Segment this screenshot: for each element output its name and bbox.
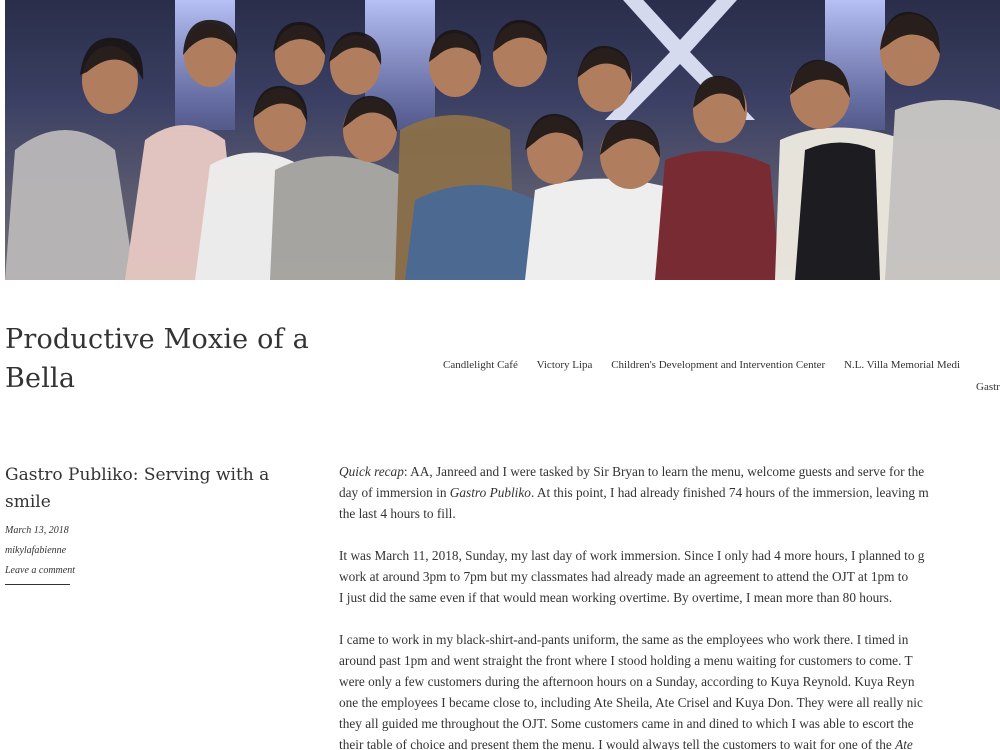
header-photo: [5, 0, 1000, 280]
body-line: were only a few customers during the aft…: [339, 674, 915, 689]
body-line: their table of choice and present them t…: [339, 737, 913, 750]
body-line: Quick recap: AA, Janreed and I were task…: [339, 464, 925, 479]
post-title[interactable]: Gastro Publiko: Serving with a smile: [5, 462, 285, 516]
body-line: they all guided me throughout the OJT. S…: [339, 716, 914, 731]
post-author[interactable]: mikylafabienne: [5, 541, 75, 561]
post-title-line-2[interactable]: smile: [5, 489, 285, 516]
leave-comment-link[interactable]: Leave a comment: [5, 561, 75, 581]
nav-item-candlelight-cafe[interactable]: Candlelight Café: [443, 359, 518, 371]
site-title-line-2[interactable]: Bella: [5, 359, 325, 398]
body-line: day of immersion in Gastro Publiko. At t…: [339, 485, 929, 500]
body-line: I came to work in my black-shirt-and-pan…: [339, 632, 909, 647]
group-of-people-image: [5, 11, 1000, 280]
nav-item-nl-villa-memorial[interactable]: N.L. Villa Memorial Medi: [844, 359, 960, 371]
body-line: the last 4 hours to fill.: [339, 506, 456, 521]
site-title-line-1[interactable]: Productive Moxie of a: [5, 320, 325, 359]
quick-recap-label: Quick recap: [339, 464, 404, 479]
nav-item-childrens-development-center[interactable]: Children's Development and Intervention …: [611, 359, 825, 371]
body-line: one the employees I became close to, inc…: [339, 695, 923, 710]
post-date[interactable]: March 13, 2018: [5, 521, 75, 541]
primary-nav: Candlelight Café Victory Lipa Children's…: [443, 359, 1000, 371]
gastro-publiko-emphasis: Gastro Publiko: [449, 485, 531, 500]
body-line: work at around 3pm to 7pm but my classma…: [339, 569, 909, 584]
site-title[interactable]: Productive Moxie of a Bella: [5, 320, 325, 398]
body-line: around past 1pm and went straight the fr…: [339, 653, 913, 668]
post-title-line-1[interactable]: Gastro Publiko: Serving with a: [5, 462, 285, 489]
nav-item-victory-lipa[interactable]: Victory Lipa: [537, 359, 593, 371]
post-body: Quick recap: AA, Janreed and I were task…: [339, 461, 1000, 750]
post-meta: March 13, 2018 mikylafabienne Leave a co…: [5, 521, 75, 581]
body-line: I just did the same even if that would m…: [339, 590, 893, 605]
body-line: It was March 11, 2018, Sunday, my last d…: [339, 548, 925, 563]
page: Productive Moxie of a Bella Candlelight …: [0, 0, 1000, 750]
nav-item-gastro-publiko[interactable]: Gastr: [976, 381, 1000, 393]
meta-divider: [5, 584, 70, 585]
